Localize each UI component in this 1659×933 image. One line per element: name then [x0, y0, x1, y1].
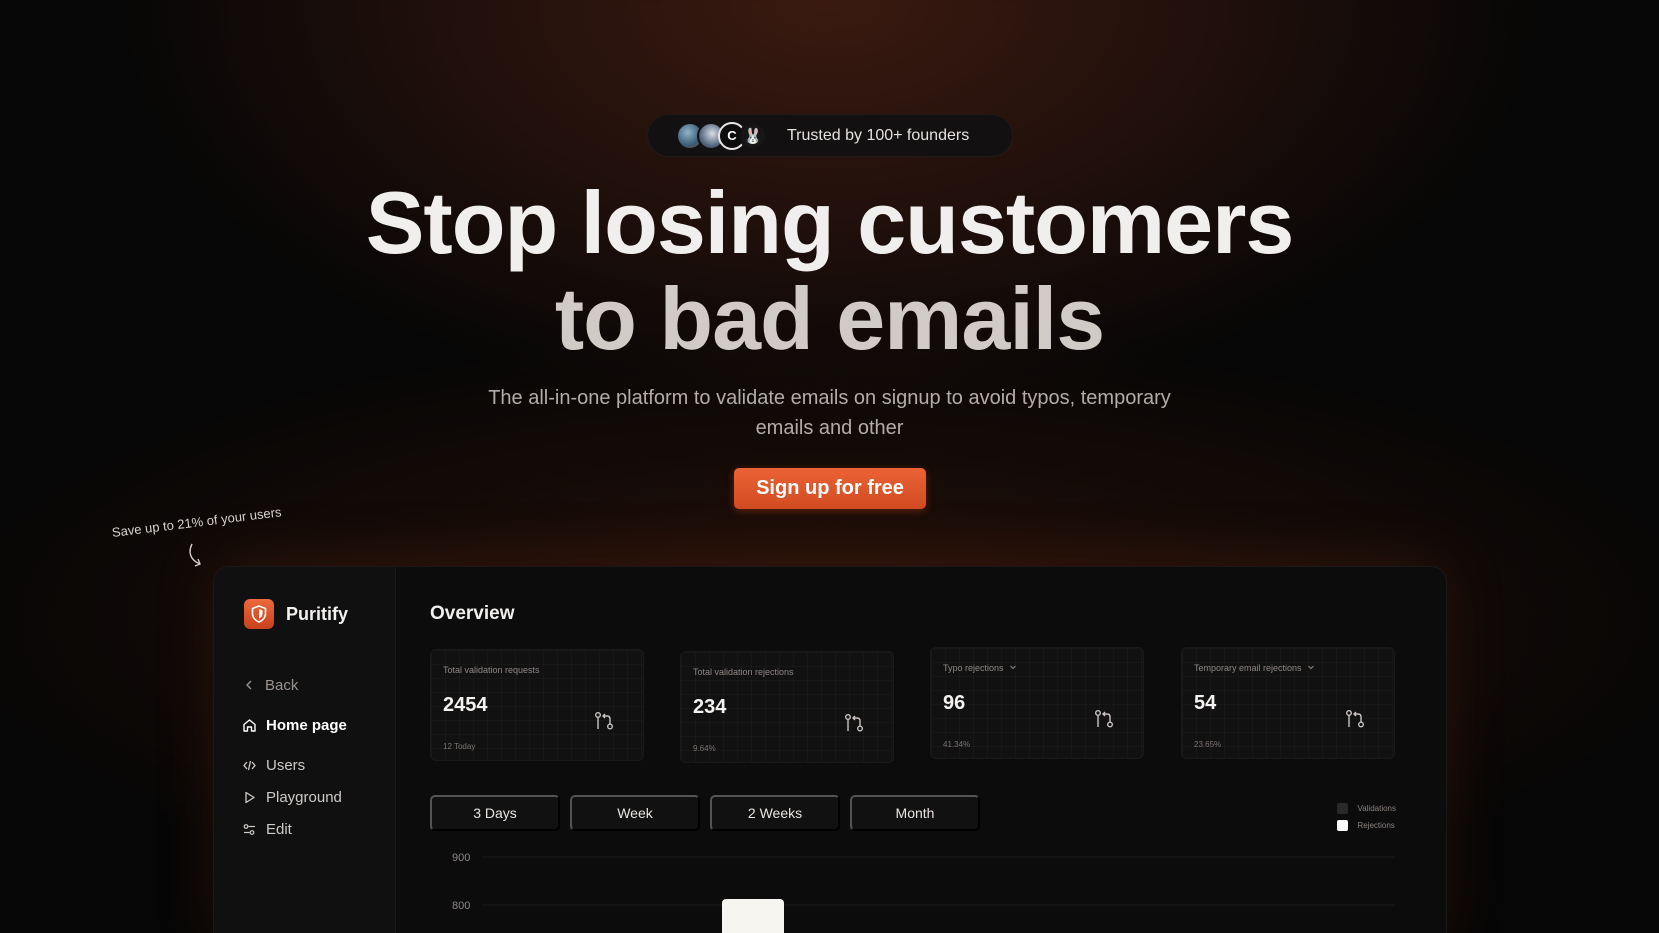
stat-subtext: 23.65%	[1194, 740, 1222, 749]
code-icon	[243, 760, 256, 770]
stat-card-total-requests: Total validation requests 2454 12 Today	[430, 649, 644, 761]
trusted-badge: C 🐰 Trusted by 100+ founders	[647, 114, 1013, 157]
sidebar-item-label: Home page	[266, 716, 347, 734]
trusted-text: Trusted by 100+ founders	[787, 126, 970, 144]
shield-icon	[244, 599, 274, 629]
play-icon	[245, 791, 255, 803]
stat-value: 54	[1194, 692, 1217, 714]
hero-subtitle: The all-in-one platform to validate emai…	[488, 387, 1171, 439]
validations-chart: 900 800	[452, 852, 1395, 933]
stat-label: Typo rejections	[943, 663, 1017, 673]
legend-swatch	[1337, 820, 1349, 831]
stat-value: 96	[943, 692, 966, 714]
savings-annotation: Save up to 21% of your users	[111, 504, 283, 540]
founder-avatars: C 🐰	[676, 121, 767, 150]
stat-card-typo-rejections[interactable]: Typo rejections 96 41.34%	[930, 647, 1144, 759]
y-tick-label: 900	[452, 852, 470, 864]
chevron-down-icon	[1010, 665, 1016, 670]
curved-arrow-icon	[189, 543, 201, 567]
chevron-down-icon	[1308, 665, 1314, 670]
sidebar-item-home[interactable]: Home page	[238, 711, 388, 739]
stat-label: Temporary email rejections	[1194, 663, 1315, 673]
stat-card-total-rejections: Total validation rejections 234 9.64%	[680, 651, 894, 763]
stat-subtext: 41.34%	[943, 740, 971, 749]
range-tab-2-weeks[interactable]: 2 Weeks	[710, 795, 840, 831]
stat-value: 234	[693, 696, 727, 718]
page-title: Overview	[430, 603, 515, 624]
range-tab-month[interactable]: Month	[850, 795, 980, 831]
sidebar-item-label: Users	[266, 756, 306, 774]
legend-item-validations[interactable]: Validations	[1337, 800, 1396, 817]
sidebar-item-label: Playground	[266, 788, 342, 806]
range-tab-3-days[interactable]: 3 Days	[430, 795, 560, 831]
git-pull-request-icon	[595, 712, 613, 730]
headline-line-2: to bad emails	[554, 269, 1105, 368]
legend-label: Rejections	[1357, 821, 1395, 830]
chart-legend: Validations Rejections	[1337, 800, 1396, 834]
y-tick-label: 800	[452, 900, 470, 912]
sidebar-item-edit[interactable]: Edit	[238, 815, 388, 843]
bar-rejections	[722, 899, 784, 933]
avatar: 🐰	[739, 121, 767, 150]
git-pull-request-icon	[1346, 710, 1364, 728]
stat-subtext: 12 Today	[443, 742, 476, 751]
time-range-tabs: 3 Days Week 2 Weeks Month	[430, 795, 990, 831]
signup-button[interactable]: Sign up for free	[734, 468, 926, 509]
headline-line-1: Stop losing customers	[365, 173, 1295, 272]
legend-item-rejections[interactable]: Rejections	[1337, 817, 1396, 834]
range-tab-week[interactable]: Week	[570, 795, 700, 831]
back-label: Back	[265, 676, 299, 694]
brand-name: Puritify	[286, 603, 349, 624]
git-pull-request-icon	[845, 714, 863, 732]
stat-label: Total validation requests	[443, 665, 540, 675]
sidebar-item-users[interactable]: Users	[238, 751, 388, 779]
sidebar: Puritify Back Home page Users Playground…	[214, 567, 396, 933]
git-pull-request-icon	[1095, 710, 1113, 728]
legend-swatch	[1337, 803, 1349, 814]
sliders-icon	[243, 823, 255, 835]
stat-label: Total validation rejections	[693, 667, 794, 677]
dashboard-preview: Puritify Back Home page Users Playground…	[213, 566, 1447, 933]
home-icon	[243, 718, 256, 732]
stat-value: 2454	[443, 694, 488, 716]
stat-subtext: 9.64%	[693, 744, 716, 753]
legend-label: Validations	[1357, 804, 1396, 813]
sidebar-item-label: Edit	[266, 820, 292, 838]
sidebar-item-playground[interactable]: Playground	[238, 783, 388, 811]
overview-panel: Overview Total validation requests 2454 …	[430, 567, 1446, 933]
sidebar-nav: Back Home page Users Playground Edit	[238, 671, 388, 847]
stat-card-temporary-email-rejections[interactable]: Temporary email rejections 54 23.65%	[1181, 647, 1395, 759]
chevron-left-icon	[246, 680, 252, 690]
back-button[interactable]: Back	[238, 671, 388, 699]
brand[interactable]: Puritify	[244, 599, 348, 629]
hero-headline: Stop losing customers to bad emails	[0, 175, 1659, 367]
